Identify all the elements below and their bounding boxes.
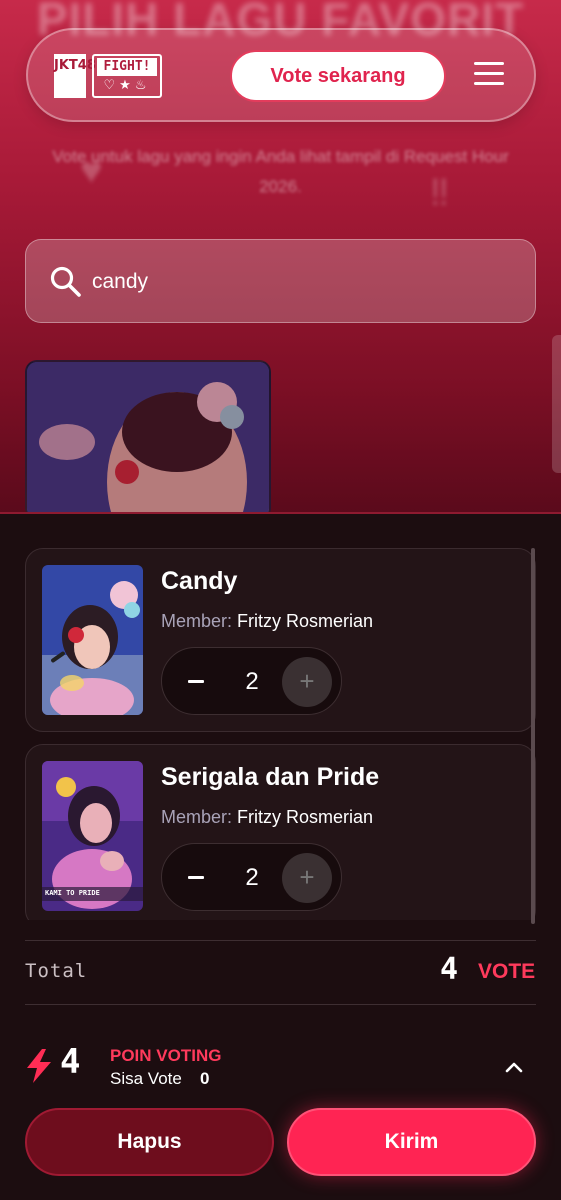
cart-list[interactable]: Candy Member: Fritzy Rosmerian 2 + KAMI …: [0, 514, 561, 920]
submit-button[interactable]: Kirim: [287, 1108, 536, 1176]
quantity-value: 2: [245, 864, 259, 891]
decor-exclaim-icon: ‼: [430, 172, 449, 214]
delete-button[interactable]: Hapus: [25, 1108, 274, 1176]
song-title: Candy: [161, 567, 238, 595]
hamburger-menu-icon[interactable]: [474, 62, 504, 86]
quantity-value: 2: [245, 668, 259, 695]
fight-logo-text: FIGHT!: [97, 58, 157, 76]
increment-button[interactable]: +: [282, 853, 332, 903]
member-name: Fritzy Rosmerian: [237, 807, 374, 827]
total-count: 4: [440, 952, 459, 987]
decor-heart-icon: ♥: [80, 150, 103, 192]
jkt48-logo-text: JKT48: [54, 58, 96, 73]
vote-cart-sheet: Candy Member: Fritzy Rosmerian 2 + KAMI …: [0, 512, 561, 1200]
lightning-bolt-icon: [27, 1049, 51, 1083]
cart-scrollbar[interactable]: [531, 548, 535, 924]
song-card-candy[interactable]: [25, 360, 271, 515]
member-label: Member:: [161, 807, 233, 827]
song-thumbnail-image: [42, 565, 143, 715]
header-bar: JKT48 FIGHT! ♡★♨ Vote sekarang: [26, 28, 536, 122]
song-member: Member: Fritzy Rosmerian: [161, 611, 373, 632]
background-page: PILIH LAGU FAVORIT Vote untuk lagu yang …: [0, 0, 561, 515]
points-count: 4: [60, 1042, 81, 1082]
divider: [25, 1004, 536, 1005]
increment-button[interactable]: +: [282, 657, 332, 707]
thumbnail-caption: KAMI TO PRIDE: [45, 889, 100, 897]
cart-item: Candy Member: Fritzy Rosmerian 2 +: [25, 548, 536, 732]
decrement-button[interactable]: [172, 657, 220, 705]
points-label: POIN VOTING: [110, 1046, 222, 1065]
fight-logo: FIGHT! ♡★♨: [92, 54, 162, 98]
song-member: Member: Fritzy Rosmerian: [161, 807, 373, 828]
search-input[interactable]: [92, 260, 492, 304]
member-name: Fritzy Rosmerian: [237, 611, 374, 631]
song-title: Serigala dan Pride: [161, 763, 380, 791]
jkt48-logo[interactable]: JKT48: [54, 54, 96, 98]
total-unit: VOTE: [478, 960, 536, 983]
song-thumbnail: KAMI TO PRIDE: [42, 761, 143, 911]
divider: [25, 940, 536, 941]
remaining-votes-label: Sisa Vote: [110, 1069, 182, 1088]
remaining-votes-value: 0: [200, 1069, 210, 1088]
quantity-stepper: 2 +: [161, 647, 342, 715]
quantity-stepper: 2 +: [161, 843, 342, 911]
fight-logo-symbols: ♡★♨: [103, 77, 151, 92]
vote-now-button[interactable]: Vote sekarang: [230, 50, 446, 102]
song-thumbnail: [42, 565, 143, 715]
side-scroll-handle[interactable]: [552, 335, 561, 473]
decrement-button[interactable]: [172, 853, 220, 901]
song-card-image: [27, 362, 269, 515]
member-label: Member:: [161, 611, 233, 631]
cart-item: KAMI TO PRIDE Serigala dan Pride Member:…: [25, 744, 536, 920]
chevron-up-icon[interactable]: [504, 1060, 524, 1074]
total-label: Total: [25, 960, 88, 982]
search-icon: [50, 266, 81, 297]
search-box[interactable]: [25, 239, 536, 323]
